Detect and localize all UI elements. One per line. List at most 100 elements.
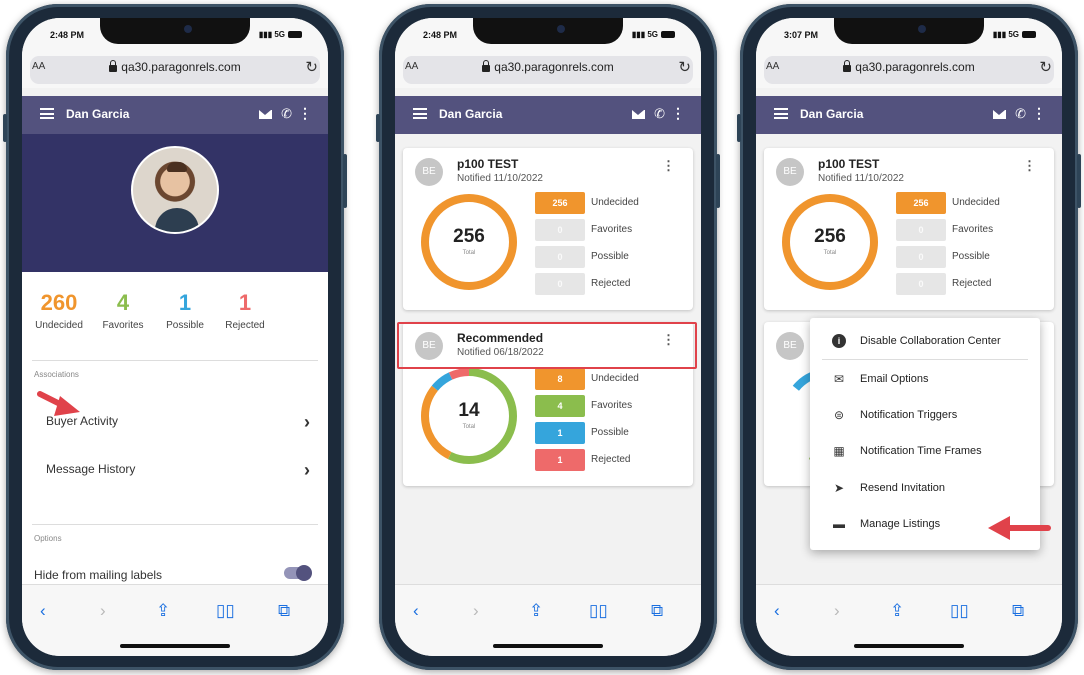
stat-favorites[interactable]: 4 Favorites [535,395,671,417]
share-icon[interactable]: ⇪ [890,601,904,621]
reload-icon[interactable]: ↻ [305,58,318,76]
stat-chip: 0 [535,219,585,241]
tabs-icon[interactable]: ⧉ [651,601,663,621]
url-label: qa30.paragonrels.com [855,60,975,74]
menu-item-resend-invitation[interactable]: ➤ Resend Invitation [810,471,1040,507]
status-time: 2:48 PM [423,30,458,40]
bookmarks-icon[interactable]: ▯▯ [950,601,969,621]
signal-indicator: ▮▮▮ 5G [259,30,302,39]
stat-rejected[interactable]: 0 Rejected [535,273,671,295]
bookmarks-icon[interactable]: ▯▯ [589,601,608,621]
donut-total: 256 [814,226,846,247]
collaboration-card[interactable]: BE p100 TEST Notified 11/10/2022 ⋮ 256 T… [764,148,1054,310]
red-arrow-pointer [988,516,1051,540]
count-label: Undecided [35,320,83,331]
battery-icon [661,31,675,38]
envelope-icon: ✉ [833,372,845,386]
email-icon[interactable] [993,110,1006,119]
app-header: Dan Garcia ✆ ⋮ [22,96,328,134]
phone-icon[interactable]: ✆ [1015,106,1026,122]
phone-icon[interactable]: ✆ [654,106,665,122]
more-options-icon[interactable]: ⋮ [1032,105,1046,122]
contact-name: Dan Garcia [800,107,864,121]
stat-rejected[interactable]: 0 Rejected [896,273,1032,295]
stat-label: Favorites [591,224,633,235]
message-history-row[interactable]: Message History › [22,450,328,490]
home-indicator [120,644,230,648]
tabs-icon[interactable]: ⧉ [278,601,290,621]
count-value: 1 [238,290,252,315]
reload-icon[interactable]: ↻ [1039,58,1052,76]
forward-icon[interactable]: › [473,601,479,621]
email-icon[interactable] [632,110,645,119]
stat-favorites[interactable]: 0 Favorites [896,219,1032,241]
menu-item-notification-triggers[interactable]: ⊜ Notification Triggers [810,398,1040,434]
stat-rejected[interactable]: 1 Rejected [535,449,671,471]
contact-name: Dan Garcia [439,107,503,121]
row-label: Hide from mailing labels [34,568,163,582]
email-icon[interactable] [259,110,272,119]
menu-item-notification-time-frames[interactable]: ▦ Notification Time Frames [810,434,1040,470]
row-label: Message History [46,462,136,476]
reload-icon[interactable]: ↻ [678,58,691,76]
hamburger-menu-icon[interactable] [40,108,54,119]
back-icon[interactable]: ‹ [413,601,419,621]
phone-side-button [3,114,7,142]
signal-indicator: ▮▮▮ 5G [993,30,1036,39]
url-text[interactable]: qa30.paragonrels.com [756,60,1062,74]
more-options-icon[interactable]: ⋮ [298,105,312,122]
stat-chip: 0 [535,246,585,268]
donut-total: 256 [453,226,485,247]
hamburger-menu-icon[interactable] [413,108,427,119]
url-text[interactable]: qa30.paragonrels.com [22,60,328,74]
stat-undecided[interactable]: 8 Undecided [535,368,671,390]
app-header: Dan Garcia ✆ ⋮ [756,96,1062,134]
stat-label: Possible [952,251,990,262]
stat-label: Undecided [952,197,1000,208]
stat-undecided[interactable]: 256 Undecided [535,192,671,214]
home-indicator [854,644,964,648]
more-options-icon[interactable]: ⋮ [671,105,685,122]
menu-item-disable-collaboration[interactable]: i Disable Collaboration Center [810,324,1040,360]
divider [32,524,318,525]
browser-address-bar: AA qa30.paragonrels.com ↻ [756,52,1062,88]
phone-icon[interactable]: ✆ [281,106,292,122]
stat-undecided[interactable]: 256 Undecided [896,192,1032,214]
stat-chip: 0 [896,219,946,241]
collaboration-card[interactable]: BE p100 TEST Notified 11/10/2022 ⋮ 256 T… [403,148,693,310]
count-rejected[interactable]: 1 Rejected [208,290,282,331]
back-icon[interactable]: ‹ [774,601,780,621]
profile-header [22,134,328,272]
tabs-icon[interactable]: ⧉ [1012,601,1024,621]
share-icon[interactable]: ⇪ [156,601,170,621]
forward-icon[interactable]: › [834,601,840,621]
menu-item-email-options[interactable]: ✉ Email Options [810,362,1040,398]
initials-avatar: BE [415,158,443,186]
bookmarks-icon[interactable]: ▯▯ [216,601,235,621]
card-menu-icon[interactable]: ⋮ [662,158,675,174]
url-text[interactable]: qa30.paragonrels.com [395,60,701,74]
stat-label: Rejected [591,278,631,289]
donut-total: 14 [458,400,480,421]
url-label: qa30.paragonrels.com [121,60,241,74]
card-menu-icon[interactable]: ⋮ [1023,158,1036,174]
hide-mailing-labels-toggle[interactable] [284,565,312,581]
card-subtitle: Notified 11/10/2022 [818,173,904,184]
forward-icon[interactable]: › [100,601,106,621]
phone-notch [100,18,250,44]
stat-possible[interactable]: 0 Possible [896,246,1032,268]
phone-frame-menu: 3:07 PM ▮▮▮ 5G AA qa30.paragonrels.com ↻… [737,4,1081,670]
phone-notch [834,18,984,44]
share-icon[interactable]: ⇪ [529,601,543,621]
status-counts: 260 Undecided 4 Favorites 1 Possible 1 R… [22,272,328,362]
stat-possible[interactable]: 0 Possible [535,246,671,268]
stat-favorites[interactable]: 0 Favorites [535,219,671,241]
browser-toolbar: ‹ › ⇪ ▯▯ ⧉ [756,584,1062,656]
stat-possible[interactable]: 1 Possible [535,422,671,444]
menu-divider [822,359,1028,360]
home-indicator [493,644,603,648]
count-undecided[interactable]: 260 Undecided [22,290,96,331]
status-time: 3:07 PM [784,30,819,40]
hamburger-menu-icon[interactable] [774,108,788,119]
back-icon[interactable]: ‹ [40,601,46,621]
